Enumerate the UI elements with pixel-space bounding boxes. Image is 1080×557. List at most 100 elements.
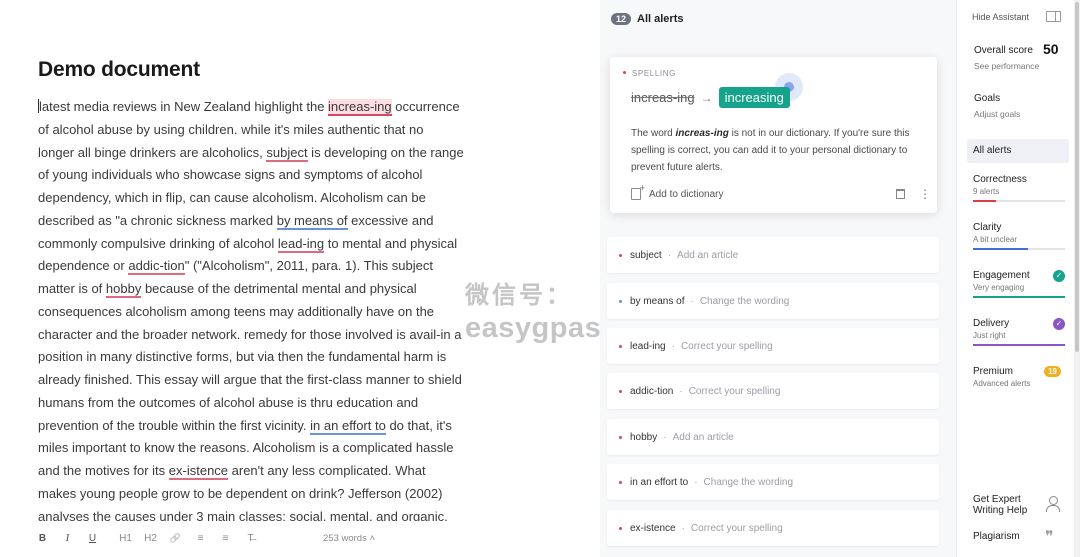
document-line: of alcohol abuse by using children. whil… <box>38 119 468 142</box>
text-run: character and the broader network. remed… <box>38 326 462 342</box>
alerts-count-badge: 12 <box>611 13 632 25</box>
text-run: occurrence <box>391 99 460 114</box>
text-run: dependence or <box>38 258 129 274</box>
alert-dot-icon <box>619 526 622 530</box>
alert-dot-icon <box>619 389 622 393</box>
desc-word: increas-ing <box>675 128 729 139</box>
alert-item[interactable]: ex-istence · Correct your spelling <box>607 510 939 546</box>
add-to-dictionary-button[interactable]: Add to dictionary <box>649 189 724 200</box>
alert-dot-icon <box>619 435 622 439</box>
text-run: dependency, which in flip, can cause alc… <box>38 190 426 205</box>
alert-separator: · <box>681 522 685 534</box>
alert-item[interactable]: hobby · Add an article <box>607 419 939 455</box>
alert-item[interactable]: subject · Add an article <box>607 237 939 273</box>
document-body[interactable]: latest media reviews in New Zealand high… <box>38 96 468 521</box>
category-title: Correctness <box>973 174 1027 185</box>
alert-item[interactable]: lead-ing · Correct your spelling <box>607 328 939 364</box>
category-premium[interactable]: Premium Advanced alerts 19 <box>973 366 1065 388</box>
alert-category: SPELLING <box>623 69 676 78</box>
flagged-word[interactable]: ex-istence <box>168 463 229 480</box>
flagged-word[interactable]: increas-ing <box>328 99 392 116</box>
alert-item[interactable]: by means of · Change the wording <box>607 283 939 319</box>
flagged-word[interactable]: by means of <box>276 212 348 230</box>
document-line: latest media reviews in New Zealand high… <box>38 96 468 119</box>
alert-hint: Add an article <box>677 249 739 261</box>
check-icon: ✓ <box>1053 270 1065 282</box>
adjust-goals-link[interactable]: Adjust goals <box>974 109 1020 119</box>
alert-word: ex-istence <box>630 522 676 534</box>
alert-hint: Correct your spelling <box>680 340 773 352</box>
hide-assistant-button[interactable]: Hide Assistant <box>972 12 1029 22</box>
alert-hint: Add an article <box>672 431 734 443</box>
underline-button[interactable]: U <box>80 533 105 544</box>
panel-toggle-icon[interactable] <box>1046 11 1061 22</box>
text-run: makes young people grow to be dependent … <box>38 485 443 501</box>
alert-word: in an effort to <box>630 476 689 488</box>
clear-format-icon[interactable]: T̶ <box>238 533 263 544</box>
document-title[interactable]: Demo document <box>38 58 200 82</box>
quote-icon[interactable]: ❞ <box>1045 527 1054 546</box>
document-line: longer all binge drinkers are alcoholics… <box>38 142 468 165</box>
alert-word: subject <box>630 249 662 261</box>
flagged-word[interactable]: lead-ing <box>277 235 325 253</box>
category-meter-fill <box>973 344 1065 346</box>
flagged-word[interactable]: in an effort to <box>310 417 386 435</box>
text-run: excessive and <box>347 212 434 228</box>
category-subtitle: Just right <box>973 331 1006 340</box>
expert-person-icon[interactable] <box>1045 496 1061 512</box>
plagiarism-button[interactable]: Plagiarism <box>973 531 1020 542</box>
accept-suggestion-button[interactable]: increasing <box>718 87 790 108</box>
document-line: dependence or addic-tion" ("Alcoholism",… <box>38 255 468 278</box>
flagged-word[interactable]: subject <box>266 144 308 162</box>
category-clarity[interactable]: Clarity A bit unclear <box>973 222 1065 250</box>
trash-icon[interactable] <box>896 189 905 199</box>
text-run: prevention of the trouble within the fir… <box>38 417 311 433</box>
bullet-list-icon[interactable]: ≡ <box>213 533 238 544</box>
document-line: already finished. This essay will argue … <box>38 369 468 392</box>
expert-line1: Get Expert <box>973 494 1021 505</box>
see-performance-link[interactable]: See performance <box>974 61 1039 71</box>
overall-score-value: 50 <box>1043 41 1059 57</box>
category-correctness[interactable]: Correctness 9 alerts <box>973 174 1065 202</box>
alerts-title: All alerts <box>637 13 684 25</box>
more-options-icon[interactable]: ⋮ <box>919 188 931 200</box>
alert-separator: · <box>667 249 672 261</box>
ordered-list-icon[interactable]: ≡ <box>188 533 213 544</box>
alert-item[interactable]: addic-tion · Correct your spelling <box>607 373 939 409</box>
text-run: of young individuals who showcase signs … <box>38 167 423 183</box>
alert-separator: · <box>690 295 694 307</box>
expert-line2: Writing Help <box>973 505 1028 516</box>
add-dictionary-icon[interactable] <box>631 183 645 200</box>
alert-word: addic-tion <box>630 385 674 397</box>
goals-button[interactable]: Goals <box>974 93 1000 104</box>
card-footer: Add to dictionary ⋮ <box>631 183 931 200</box>
heading2-button[interactable]: H2 <box>138 533 163 544</box>
flagged-word[interactable]: hobby <box>105 281 142 298</box>
document-line: consequences alcoholism among teens may … <box>38 301 468 324</box>
category-delivery[interactable]: Delivery Just right ✓ <box>973 318 1065 346</box>
alert-word: lead-ing <box>630 340 666 352</box>
bold-button[interactable]: B <box>30 533 55 544</box>
assistant-sidebar: Hide Assistant Overall score 50 See perf… <box>956 0 1080 557</box>
premium-count-badge: 19 <box>1044 366 1061 377</box>
overall-score-label: Overall score <box>974 45 1033 56</box>
category-engagement[interactable]: Engagement Very engaging ✓ <box>973 270 1065 298</box>
text-run: commonly compulsive drinking of alcohol <box>38 235 278 251</box>
link-icon[interactable]: 🔗 <box>163 533 188 544</box>
all-alerts-tab[interactable]: All alerts <box>967 139 1069 163</box>
alert-separator: · <box>694 476 698 488</box>
text-run: described as "a chronic sickness marked <box>38 212 277 228</box>
expert-help-button[interactable]: Get Expert Writing Help <box>973 494 1027 516</box>
alert-word: hobby <box>630 431 658 443</box>
document-line: humans from the outcomes of alcohol abus… <box>38 392 468 415</box>
active-alert-card[interactable]: SPELLING increas-ing → increasing The wo… <box>610 57 937 213</box>
alert-item[interactable]: in an effort to · Change the wording <box>607 464 939 500</box>
italic-button[interactable]: I <box>55 532 80 544</box>
scrollbar-thumb[interactable] <box>1075 2 1079 352</box>
word-count[interactable]: 253 words ˄ <box>323 533 375 544</box>
text-run: is developing on the range <box>307 144 464 160</box>
flagged-word[interactable]: addic-tion <box>128 258 185 276</box>
heading1-button[interactable]: H1 <box>113 533 138 544</box>
category-meter <box>973 248 1065 250</box>
text-run: because of the detrimental mental and ph… <box>141 281 417 296</box>
